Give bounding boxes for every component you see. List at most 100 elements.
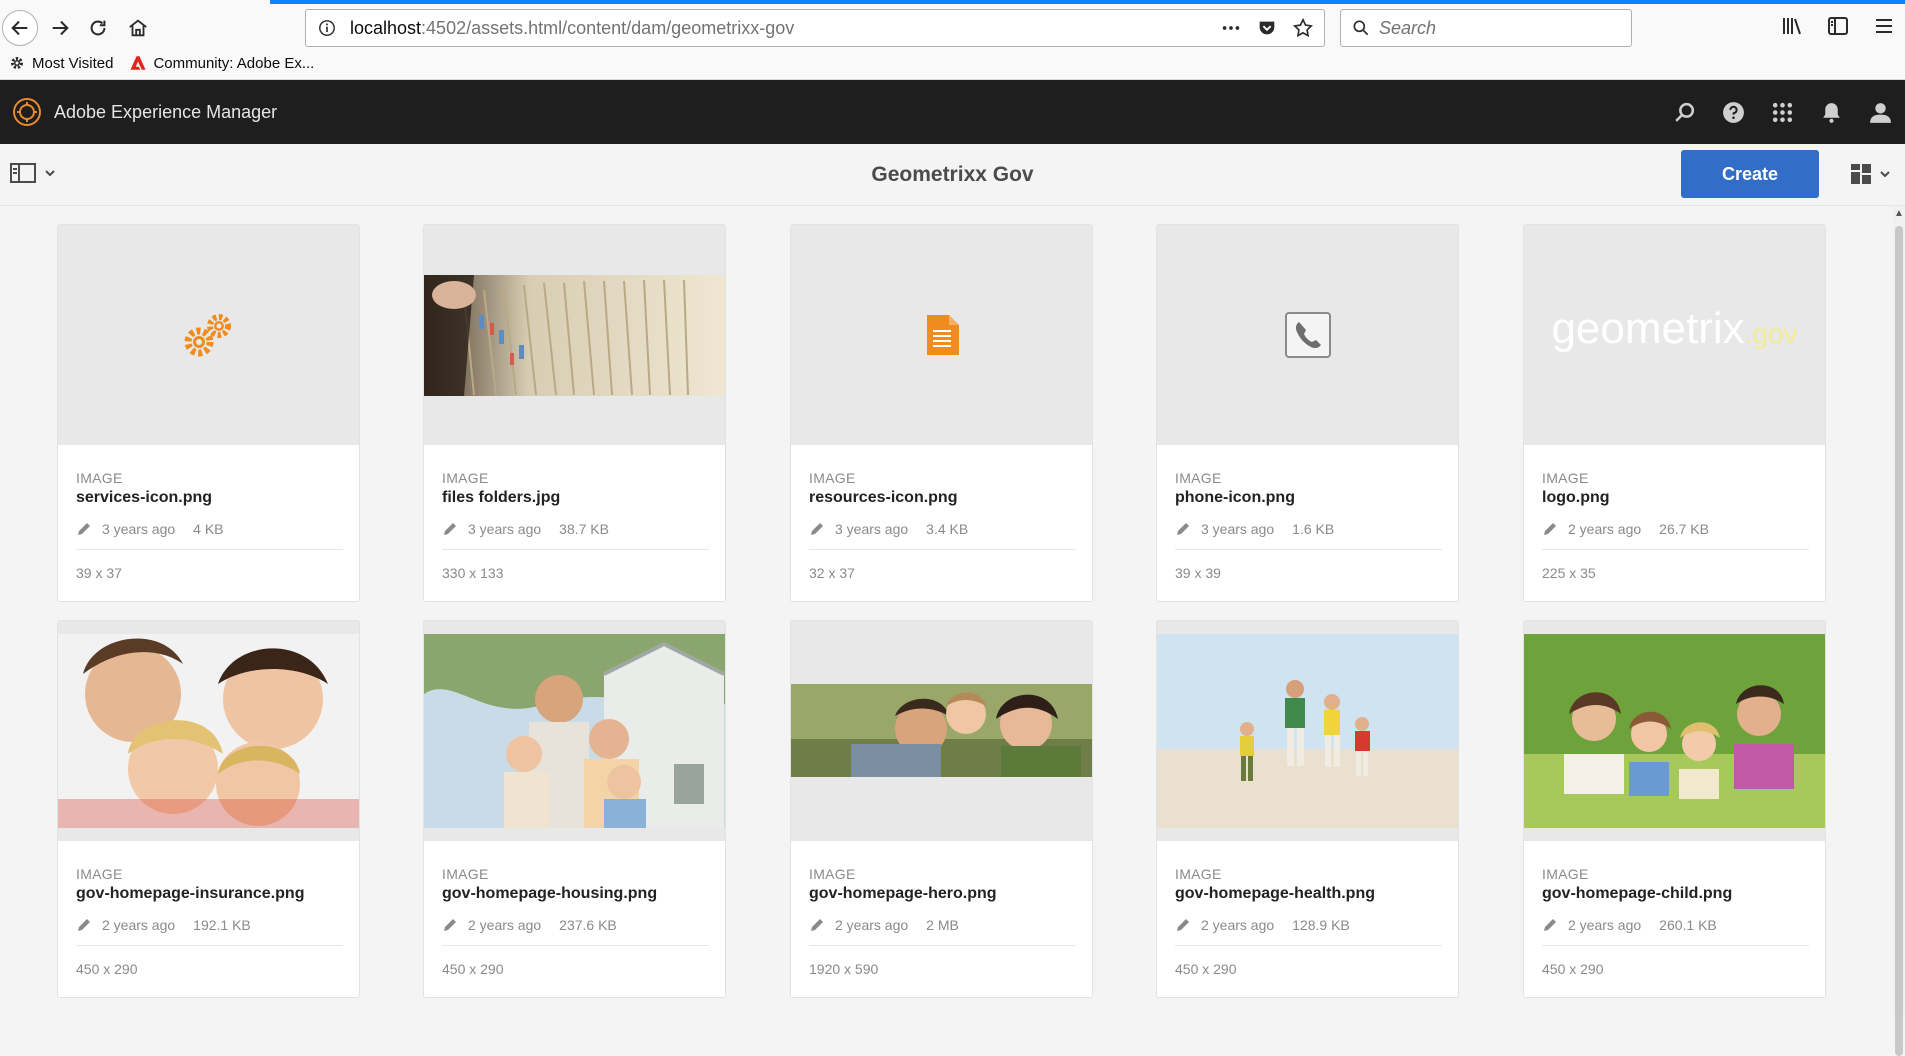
asset-size: 2 MB: [926, 917, 959, 933]
forward-button[interactable]: [44, 12, 76, 44]
scroll-up-arrow[interactable]: ▲: [1894, 208, 1904, 219]
divider: [1175, 945, 1442, 946]
search-icon[interactable]: [1672, 100, 1697, 125]
user-icon[interactable]: [1868, 100, 1893, 125]
asset-size: 4 KB: [193, 521, 224, 537]
asset-modified: 3 years ago: [102, 521, 176, 537]
asset-size: 38.7 KB: [559, 521, 609, 537]
asset-thumbnail[interactable]: [58, 621, 359, 841]
bookmark-most-visited[interactable]: Most Visited: [8, 54, 113, 72]
scroll-thumb[interactable]: [1895, 226, 1903, 1056]
asset-type: IMAGE: [76, 470, 123, 486]
arrow-right-icon: [52, 20, 69, 36]
home-button[interactable]: [122, 12, 154, 44]
asset-card[interactable]: IMAGE gov-homepage-insurance.png 2 years…: [57, 620, 360, 998]
asset-card[interactable]: IMAGE resources-icon.png 3 years ago 3.4 …: [790, 224, 1093, 602]
asset-card[interactable]: IMAGE gov-homepage-hero.png 2 years ago 2…: [790, 620, 1093, 998]
sidebar-icon[interactable]: [1826, 14, 1850, 38]
asset-size: 26.7 KB: [1659, 521, 1709, 537]
divider: [809, 945, 1076, 946]
search-icon: [1353, 20, 1369, 36]
geometrix-logo: geometrix.gov: [1551, 304, 1797, 354]
home-icon: [129, 19, 147, 37]
url-host: localhost: [350, 17, 422, 38]
asset-modified: 3 years ago: [1201, 521, 1275, 537]
chevron-down-icon: [45, 170, 55, 177]
asset-card[interactable]: IMAGE services-icon.png 3 years ago 4 KB …: [57, 224, 360, 602]
family-photo-hero: [791, 684, 1092, 777]
browser-search-field[interactable]: Search: [1340, 9, 1632, 47]
reload-icon: [90, 20, 106, 36]
asset-thumbnail[interactable]: [1157, 225, 1458, 445]
asset-dimensions: 39 x 37: [76, 565, 122, 581]
asset-card[interactable]: IMAGE gov-homepage-health.png 2 years ag…: [1156, 620, 1459, 998]
asset-thumbnail[interactable]: [1157, 621, 1458, 841]
asset-size: 192.1 KB: [193, 917, 251, 933]
pencil-icon: [1177, 919, 1189, 931]
more-icon[interactable]: [1220, 17, 1242, 39]
asset-modified: 2 years ago: [835, 917, 909, 933]
pencil-icon: [1177, 523, 1189, 535]
aem-global-header: Adobe Experience Manager: [0, 80, 1905, 144]
bookmark-community[interactable]: Community: Adobe Ex...: [129, 54, 314, 72]
family-photo-health: [1157, 634, 1458, 828]
menu-icon[interactable]: [1872, 14, 1896, 38]
aem-logo-icon[interactable]: [12, 97, 42, 127]
asset-card[interactable]: IMAGE files folders.jpg 3 years ago 38.7 …: [423, 224, 726, 602]
asset-modified: 2 years ago: [1568, 917, 1642, 933]
asset-type: IMAGE: [1542, 866, 1589, 882]
apps-grid-icon[interactable]: [1770, 100, 1795, 125]
asset-name: logo.png: [1542, 489, 1610, 506]
asset-thumbnail[interactable]: [424, 621, 725, 841]
asset-type: IMAGE: [442, 866, 489, 882]
file-folders-image: [424, 275, 725, 396]
arrow-left-icon: [11, 20, 28, 36]
info-icon[interactable]: [318, 19, 336, 37]
asset-thumbnail[interactable]: geometrix.gov: [1524, 225, 1825, 445]
pocket-icon[interactable]: [1256, 17, 1278, 39]
tab-accent: [270, 0, 1905, 4]
asset-dimensions: 330 x 133: [442, 565, 504, 581]
asset-thumbnail[interactable]: [791, 225, 1092, 445]
vertical-scrollbar[interactable]: ▲: [1893, 206, 1905, 1056]
bell-icon[interactable]: [1819, 100, 1844, 125]
reload-button[interactable]: [82, 12, 114, 44]
asset-thumbnail[interactable]: [424, 225, 725, 445]
app-title[interactable]: Adobe Experience Manager: [54, 102, 277, 123]
pencil-icon: [1544, 919, 1556, 931]
back-button[interactable]: [2, 10, 38, 46]
divider: [1542, 945, 1809, 946]
help-icon[interactable]: [1721, 100, 1746, 125]
library-icon[interactable]: [1780, 14, 1804, 38]
asset-type: IMAGE: [1175, 470, 1222, 486]
gears-icon: [184, 314, 231, 357]
family-photo-child: [1524, 634, 1825, 828]
asset-thumbnail[interactable]: [58, 225, 359, 445]
address-bar[interactable]: localhost:4502/assets.html/content/dam/g…: [305, 9, 1325, 47]
logo-text: geometrix: [1551, 304, 1745, 353]
asset-card[interactable]: geometrix.gov IMAGE logo.png 2 years ago…: [1523, 224, 1826, 602]
view-switcher[interactable]: [1849, 162, 1891, 186]
asset-thumbnail[interactable]: [791, 621, 1092, 841]
asset-type: IMAGE: [1175, 866, 1222, 882]
asset-name: gov-homepage-health.png: [1175, 885, 1375, 902]
asset-thumbnail[interactable]: [1524, 621, 1825, 841]
asset-name: services-icon.png: [76, 489, 213, 506]
asset-type: IMAGE: [809, 470, 856, 486]
asset-size: 1.6 KB: [1292, 521, 1335, 537]
document-icon: [926, 315, 959, 355]
asset-card[interactable]: IMAGE gov-homepage-housing.png 2 years a…: [423, 620, 726, 998]
page-title: Geometrixx Gov: [871, 163, 1034, 186]
asset-card[interactable]: IMAGE gov-homepage-child.png 2 years ago…: [1523, 620, 1826, 998]
card-view-icon: [1851, 164, 1871, 184]
asset-type: IMAGE: [1542, 470, 1589, 486]
logo-suffix: .gov: [1744, 318, 1798, 349]
asset-card[interactable]: IMAGE phone-icon.png 3 years ago 1.6 KB 3…: [1156, 224, 1459, 602]
create-button[interactable]: Create: [1681, 150, 1819, 198]
rail-toggle-button[interactable]: [10, 162, 56, 184]
divider: [809, 549, 1076, 550]
asset-type: IMAGE: [442, 470, 489, 486]
star-icon[interactable]: [1292, 17, 1314, 39]
asset-type: IMAGE: [809, 866, 856, 882]
pencil-icon: [78, 919, 90, 931]
